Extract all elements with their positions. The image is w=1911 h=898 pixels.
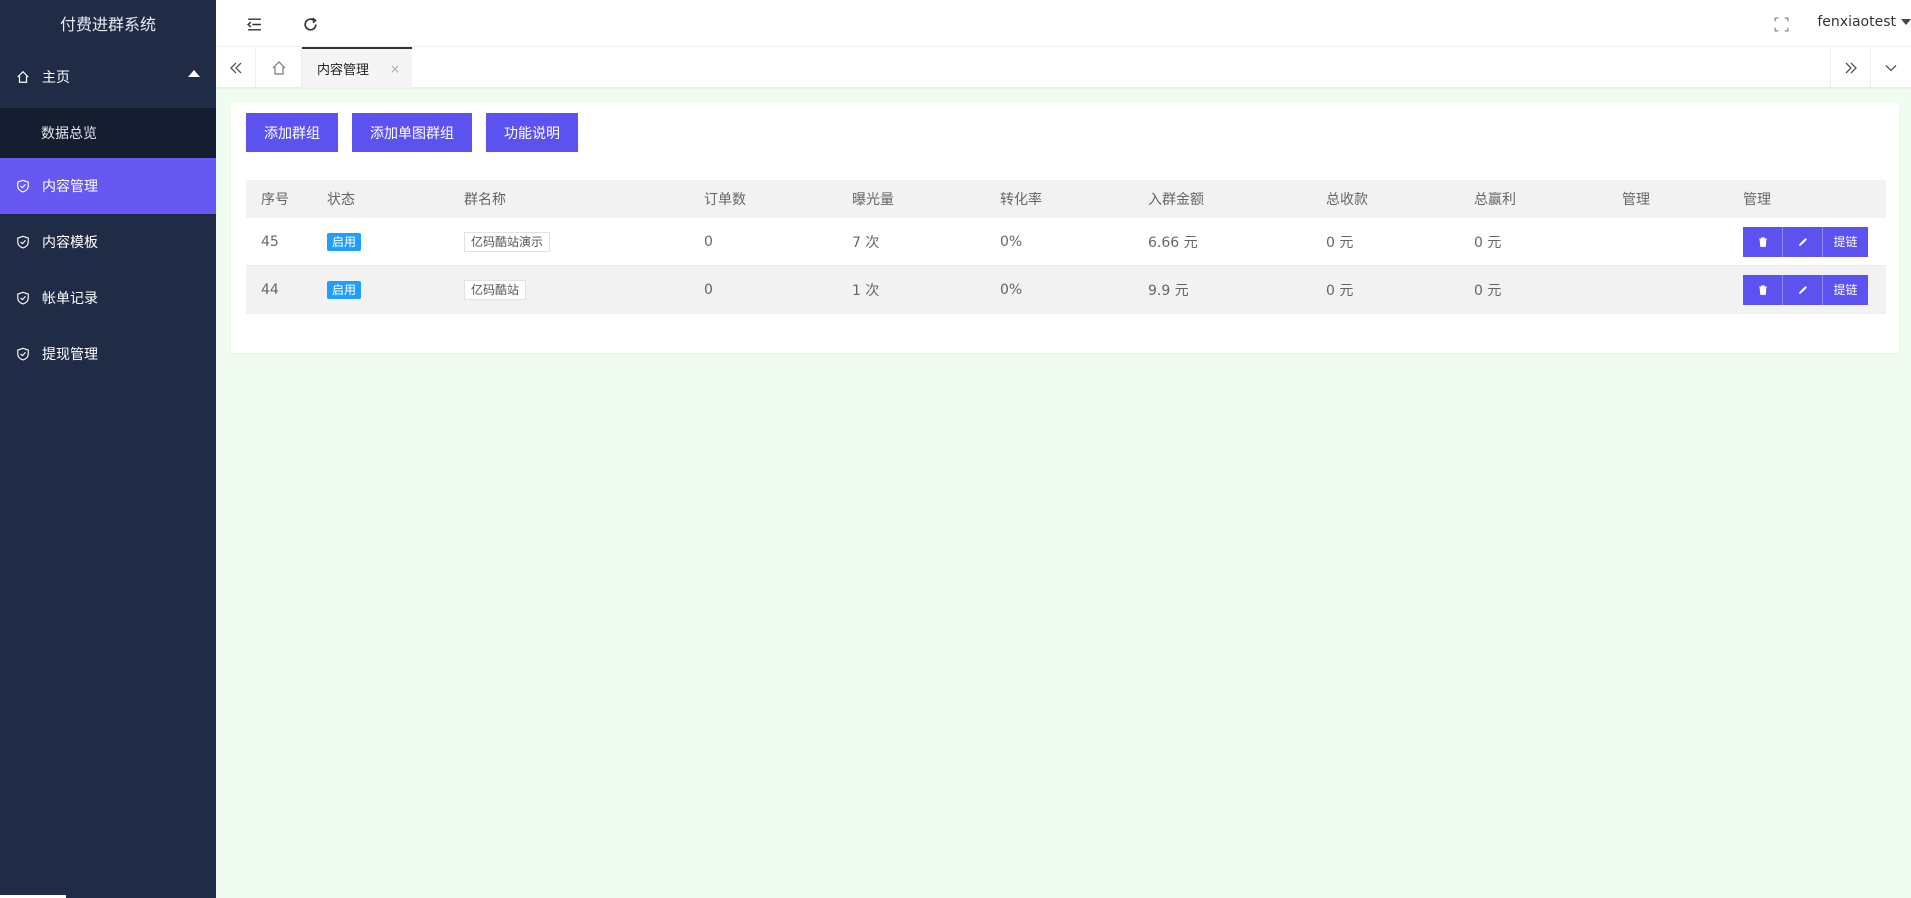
user-menu[interactable]: fenxiaotest — [1817, 14, 1911, 30]
column-header: 总赢利 — [1474, 192, 1516, 208]
cell-total-profit: 0 元 — [1474, 234, 1502, 251]
sidebar-subitem-overview[interactable]: 数据总览 — [0, 108, 216, 158]
group-name-tag: 亿码酷站 — [464, 279, 527, 300]
content-card: 添加群组 添加单图群组 功能说明 序号 状态 群名称 订单数 曝光量 转化率 入… — [231, 103, 1899, 353]
shield-icon — [16, 347, 30, 361]
cell-views: 1 次 — [852, 282, 880, 299]
column-header: 管理 — [1743, 192, 1771, 208]
sidebar: 付费进群系统 主页 数据总览 内容管理 内容模板 帐单记录 提现管理 — [0, 0, 216, 898]
edit-button[interactable] — [1783, 274, 1823, 305]
cell-orders: 0 — [704, 233, 713, 250]
caret-up-icon — [188, 70, 200, 77]
cell-orders: 0 — [704, 281, 713, 298]
cell-amount: 9.9 元 — [1148, 282, 1189, 299]
top-header: fenxiaotest — [216, 0, 1911, 47]
column-header: 群名称 — [464, 192, 506, 208]
shield-icon — [16, 179, 30, 193]
groups-table: 序号 状态 群名称 订单数 曝光量 转化率 入群金额 总收款 总赢利 管理 管理… — [246, 180, 1886, 314]
edit-button[interactable] — [1783, 226, 1823, 257]
tab-label: 内容管理 — [317, 63, 370, 78]
refresh-icon[interactable] — [300, 14, 320, 34]
column-header: 曝光量 — [852, 192, 894, 208]
sidebar-item-billing[interactable]: 帐单记录 — [0, 270, 216, 326]
cell-status: 启用 — [312, 232, 449, 251]
tab-menu-chevron-down-icon[interactable] — [1870, 47, 1911, 88]
table-row: 45 启用 亿码酷站演示 0 7 次 0% 6.66 元 0 元 0 元 提链 — [246, 218, 1886, 266]
app-title: 付费进群系统 — [59, 15, 156, 34]
row-actions: 提链 — [1728, 226, 1886, 257]
trash-icon — [1758, 284, 1767, 295]
tab-scroll-right-icon[interactable] — [1830, 47, 1870, 88]
column-header: 入群金额 — [1148, 192, 1204, 208]
trash-icon — [1758, 236, 1767, 247]
cell-status: 启用 — [312, 280, 449, 299]
sidebar-item-content-management[interactable]: 内容管理 — [0, 158, 216, 214]
tab-close-icon[interactable]: × — [390, 62, 400, 76]
sidebar-item-withdrawal[interactable]: 提现管理 — [0, 326, 216, 382]
cell-id: 44 — [261, 281, 279, 298]
cell-name: 亿码酷站 — [449, 279, 689, 300]
cell-total-income: 0 元 — [1326, 234, 1354, 251]
sidebar-item-label: 帐单记录 — [42, 291, 98, 307]
cell-total-income: 0 元 — [1326, 282, 1354, 299]
delete-button[interactable] — [1743, 226, 1783, 257]
help-button[interactable]: 功能说明 — [486, 113, 578, 152]
column-header: 订单数 — [704, 192, 746, 208]
sidebar-item-label: 主页 — [42, 70, 70, 86]
tab-home-icon[interactable] — [256, 47, 302, 88]
column-header: 转化率 — [1000, 192, 1042, 208]
cell-views: 7 次 — [852, 234, 880, 251]
cell-amount: 6.66 元 — [1148, 234, 1198, 251]
add-group-button[interactable]: 添加群组 — [246, 113, 338, 152]
status-badge: 启用 — [327, 280, 362, 299]
cell-total-profit: 0 元 — [1474, 282, 1502, 299]
table-header: 序号 状态 群名称 订单数 曝光量 转化率 入群金额 总收款 总赢利 管理 管理 — [246, 180, 1886, 218]
shield-icon — [16, 291, 30, 305]
tab-scroll-left-icon[interactable] — [216, 47, 256, 88]
delete-button[interactable] — [1743, 274, 1783, 305]
sidebar-item-home[interactable]: 主页 — [0, 46, 216, 108]
table-row: 44 启用 亿码酷站 0 1 次 0% 9.9 元 0 元 0 元 提链 — [246, 266, 1886, 314]
fullscreen-icon[interactable] — [1771, 14, 1791, 34]
status-badge: 启用 — [327, 232, 362, 251]
cell-rate: 0% — [1000, 233, 1023, 250]
group-name-tag: 亿码酷站演示 — [464, 231, 551, 252]
tab-bar: 内容管理 × — [216, 47, 1911, 88]
get-link-button[interactable]: 提链 — [1823, 274, 1868, 305]
sidebar-item-label: 内容管理 — [42, 179, 98, 195]
add-single-group-button[interactable]: 添加单图群组 — [352, 113, 472, 152]
home-icon — [16, 70, 30, 84]
cell-rate: 0% — [1000, 281, 1023, 298]
shield-icon — [16, 235, 30, 249]
sidebar-item-label: 提现管理 — [42, 347, 98, 363]
row-actions: 提链 — [1728, 274, 1886, 305]
column-header: 管理 — [1622, 192, 1650, 208]
sidebar-item-label: 内容模板 — [42, 235, 98, 251]
sidebar-item-content-template[interactable]: 内容模板 — [0, 214, 216, 270]
get-link-button[interactable]: 提链 — [1823, 226, 1868, 257]
pencil-icon — [1798, 285, 1807, 294]
pencil-icon — [1798, 237, 1807, 246]
column-header: 状态 — [327, 192, 355, 208]
cell-name: 亿码酷站演示 — [449, 231, 689, 252]
tab-content-management[interactable]: 内容管理 × — [302, 47, 412, 88]
menu-fold-icon[interactable] — [244, 14, 264, 34]
column-header: 序号 — [261, 192, 289, 208]
column-header: 总收款 — [1326, 192, 1368, 208]
caret-down-icon — [1901, 19, 1911, 25]
cell-id: 45 — [261, 233, 279, 250]
username: fenxiaotest — [1817, 14, 1896, 30]
